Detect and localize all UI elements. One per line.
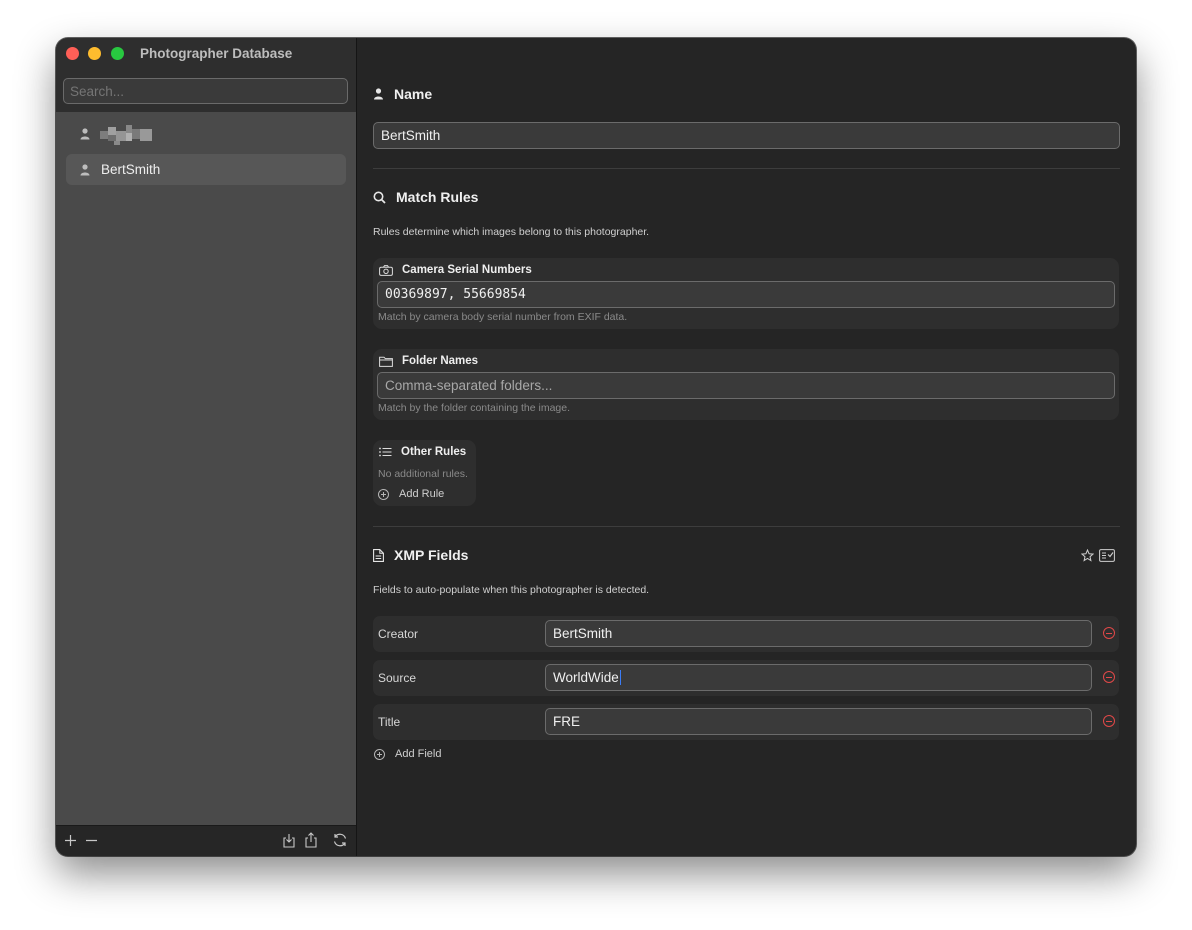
- folder-names-input[interactable]: Comma-separated folders...: [377, 372, 1115, 399]
- person-icon: [80, 127, 90, 139]
- xmp-field-input[interactable]: FRE: [545, 708, 1092, 735]
- plus-icon[interactable]: [64, 834, 77, 847]
- camera-serial-card: Camera Serial Numbers 00369897, 55669854…: [373, 258, 1119, 329]
- redacted-name: [100, 123, 156, 145]
- remove-field-icon[interactable]: [1103, 715, 1115, 727]
- refresh-icon[interactable]: [332, 832, 348, 848]
- folder-names-card: Folder Names Comma-separated folders... …: [373, 349, 1119, 420]
- remove-field-icon[interactable]: [1103, 627, 1115, 639]
- name-heading-label: Name: [394, 86, 433, 102]
- xmp-heading-label: XMP Fields: [394, 547, 469, 563]
- text-cursor: [619, 670, 621, 685]
- add-rule-label: Add Rule: [399, 488, 445, 500]
- search-icon: [373, 191, 386, 204]
- zoom-button[interactable]: [111, 47, 124, 60]
- window-title: Photographer Database: [140, 46, 293, 61]
- add-field-label: Add Field: [395, 748, 442, 760]
- xmp-field-label: Creator: [378, 627, 419, 641]
- export-icon[interactable]: [303, 831, 319, 848]
- xmp-field-label: Source: [378, 671, 417, 685]
- divider: [373, 168, 1120, 169]
- folder-names-title: Folder Names: [379, 355, 478, 367]
- xmp-field-label: Title: [378, 715, 401, 729]
- add-field-button[interactable]: Add Field: [374, 748, 441, 760]
- list-item-label: BertSmith: [101, 162, 161, 177]
- list-item[interactable]: BertSmith: [66, 154, 346, 185]
- detail-pane: Name BertSmith Match Rules Rules determi…: [357, 38, 1136, 856]
- camera-serial-label: Camera Serial Numbers: [402, 264, 532, 276]
- xmp-heading: XMP Fields: [373, 547, 468, 563]
- add-circle-icon: [378, 488, 389, 500]
- close-button[interactable]: [66, 47, 79, 60]
- person-icon: [80, 163, 90, 175]
- search-input[interactable]: [63, 78, 348, 104]
- camera-serial-input[interactable]: 00369897, 55669854: [377, 281, 1115, 308]
- add-rule-button[interactable]: Add Rule: [378, 488, 444, 500]
- minus-icon[interactable]: [85, 834, 98, 847]
- xmp-field-value: WorldWide: [553, 670, 619, 685]
- xmp-field-row: Creator BertSmith: [373, 616, 1119, 652]
- divider: [373, 526, 1120, 527]
- list-item[interactable]: [66, 118, 346, 149]
- match-rules-heading-label: Match Rules: [396, 189, 479, 205]
- name-field[interactable]: BertSmith: [373, 122, 1120, 149]
- import-icon[interactable]: [282, 833, 296, 848]
- camera-serial-hint: Match by camera body serial number from …: [378, 311, 628, 323]
- xmp-field-row: Source WorldWide: [373, 660, 1119, 696]
- remove-field-icon[interactable]: [1103, 671, 1115, 683]
- xmp-field-input[interactable]: BertSmith: [545, 620, 1092, 647]
- xmp-description: Fields to auto-populate when this photog…: [373, 584, 650, 596]
- other-rules-label: Other Rules: [401, 446, 467, 458]
- other-rules-empty: No additional rules.: [378, 468, 468, 480]
- other-rules-title: Other Rules: [379, 446, 466, 458]
- add-circle-icon: [374, 748, 385, 760]
- title-bar: Photographer Database: [56, 38, 356, 70]
- sidebar: BertSmith: [56, 38, 357, 856]
- xmp-field-row: Title FRE: [373, 704, 1119, 740]
- star-icon[interactable]: [1081, 549, 1094, 562]
- other-rules-card: Other Rules No additional rules. Add Rul…: [373, 440, 476, 506]
- folder-icon: [379, 356, 393, 367]
- camera-icon: [379, 264, 393, 276]
- name-heading: Name: [373, 86, 432, 102]
- camera-serial-title: Camera Serial Numbers: [379, 264, 532, 276]
- sidebar-toolbar: [56, 825, 356, 856]
- minimize-button[interactable]: [88, 47, 101, 60]
- document-icon: [373, 548, 384, 562]
- person-icon: [374, 88, 383, 100]
- match-rules-heading: Match Rules: [373, 189, 478, 205]
- xmp-field-input[interactable]: WorldWide: [545, 664, 1092, 691]
- template-icon[interactable]: [1099, 549, 1115, 562]
- folder-names-label: Folder Names: [402, 355, 479, 367]
- match-rules-description: Rules determine which images belong to t…: [373, 226, 650, 238]
- folder-names-hint: Match by the folder containing the image…: [378, 402, 571, 414]
- app-window: BertSmith Photographer Database Name Ber…: [56, 38, 1136, 856]
- list-icon: [379, 447, 392, 457]
